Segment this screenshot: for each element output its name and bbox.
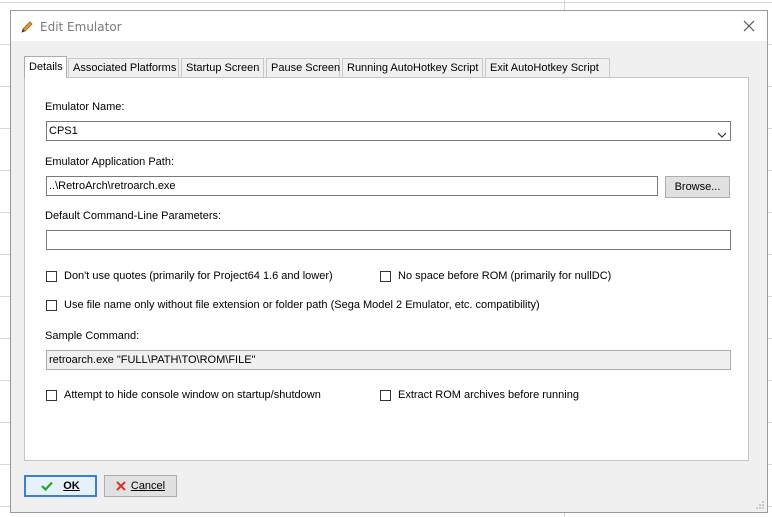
tab-pause-screen[interactable]: Pause Screen: [266, 58, 340, 77]
tab-associated-platforms[interactable]: Associated Platforms: [68, 58, 179, 77]
cmdline-label: Default Command-Line Parameters:: [45, 210, 222, 222]
app-path-input[interactable]: ..\RetroArch\retroarch.exe: [46, 176, 658, 196]
ok-label: OK: [63, 480, 80, 492]
x-icon: [116, 481, 126, 491]
tab-details[interactable]: Details: [24, 56, 67, 78]
sample-command-field: retroarch.exe "FULL\PATH\TO\ROM\FILE": [46, 350, 731, 370]
close-icon: [743, 20, 755, 35]
no-quotes-label: Don't use quotes (primarily for Project6…: [64, 270, 333, 282]
emulator-name-value: CPS1: [49, 125, 78, 137]
extract-rom-checkbox[interactable]: Extract ROM archives before running: [380, 389, 579, 401]
cancel-label: Cancel: [130, 480, 166, 492]
browse-button[interactable]: Browse...: [665, 176, 730, 198]
file-name-only-label: Use file name only without file extensio…: [64, 299, 540, 311]
edit-emulator-dialog: Edit Emulator Details Associated Platfor…: [10, 10, 768, 513]
window-title: Edit Emulator: [40, 20, 122, 34]
checkmark-icon: [41, 481, 54, 491]
hide-console-label: Attempt to hide console window on startu…: [64, 389, 321, 401]
extract-rom-label: Extract ROM archives before running: [398, 389, 579, 401]
sample-command-label: Sample Command:: [45, 330, 140, 342]
tab-exit-autohotkey-script[interactable]: Exit AutoHotkey Script: [485, 58, 610, 77]
no-quotes-checkbox[interactable]: Don't use quotes (primarily for Project6…: [46, 270, 333, 282]
no-space-label: No space before ROM (primarily for nullD…: [398, 270, 612, 282]
chevron-down-icon: [717, 127, 727, 138]
checkbox-box: [46, 299, 57, 311]
ok-button[interactable]: OK: [24, 475, 97, 497]
tab-running-autohotkey-script[interactable]: Running AutoHotkey Script: [342, 58, 483, 77]
file-name-only-checkbox[interactable]: Use file name only without file extensio…: [46, 299, 540, 311]
hide-console-checkbox[interactable]: Attempt to hide console window on startu…: [46, 389, 321, 401]
cmdline-input[interactable]: [46, 230, 731, 250]
title-bar: Edit Emulator: [11, 11, 767, 41]
cancel-button[interactable]: Cancel: [104, 475, 177, 497]
emulator-name-combo[interactable]: CPS1: [46, 121, 731, 141]
checkbox-box: [46, 389, 57, 401]
checkbox-box: [380, 270, 391, 282]
checkbox-box: [46, 270, 57, 282]
emulator-name-label: Emulator Name:: [45, 101, 125, 113]
details-panel: Emulator Name: CPS1 Emulator Application…: [24, 77, 749, 461]
app-path-label: Emulator Application Path:: [45, 156, 175, 168]
pencil-icon: [20, 20, 34, 34]
no-space-checkbox[interactable]: No space before ROM (primarily for nullD…: [380, 270, 611, 282]
close-button[interactable]: [739, 17, 759, 37]
checkbox-box: [380, 389, 391, 401]
resize-grip-icon[interactable]: [755, 500, 765, 510]
tab-startup-screen[interactable]: Startup Screen: [181, 58, 264, 77]
